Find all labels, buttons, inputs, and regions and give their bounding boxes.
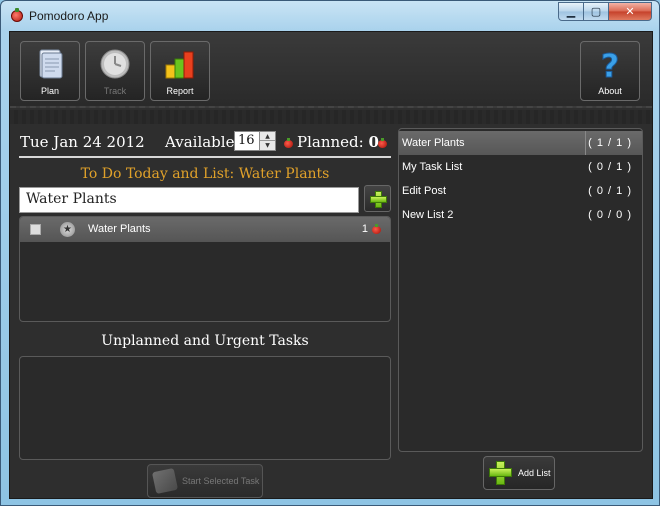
tomato-icon	[284, 138, 293, 148]
start-selected-task-label: Start Selected Task	[182, 476, 260, 486]
current-date: Tue Jan 24 2012	[20, 133, 145, 151]
track-button[interactable]: Track	[85, 41, 145, 101]
report-label: Report	[166, 86, 194, 96]
todo-panel: Tue Jan 24 2012 Available: 16 ▲ ▼ Planne…	[19, 128, 391, 498]
svg-text:?: ?	[601, 47, 620, 81]
available-input[interactable]: 16	[234, 131, 260, 151]
window-title: Pomodoro App	[29, 9, 109, 23]
task-checkbox[interactable]	[30, 224, 41, 235]
maximize-button[interactable]: ▢	[584, 2, 609, 21]
table-row[interactable]: ★ Water Plants 1	[20, 217, 390, 242]
spinner-down-icon[interactable]: ▼	[260, 141, 275, 150]
maximize-icon: ▢	[590, 5, 602, 18]
clock-icon	[98, 47, 132, 81]
list-name: New List 2	[402, 209, 454, 221]
lists-panel: Water Plants ( 1 / 1 ) My Task List ( 0 …	[398, 128, 643, 498]
tomato-icon	[372, 224, 381, 234]
tomato-icon	[378, 138, 387, 148]
track-label: Track	[103, 86, 127, 96]
plan-label: Plan	[40, 86, 59, 96]
client-area: Plan Track Report ? About Tue Jan 24 201…	[9, 31, 653, 499]
unplanned-heading: Unplanned and Urgent Tasks	[101, 333, 309, 349]
todo-heading: To Do Today and List: Water Plants	[80, 166, 330, 182]
start-selected-task-button[interactable]: Start Selected Task	[147, 464, 263, 498]
available-spinner[interactable]: ▲ ▼	[259, 131, 276, 151]
spinner-up-icon[interactable]: ▲	[260, 132, 275, 141]
add-list-label: Add List	[518, 468, 551, 478]
help-question-icon: ?	[593, 47, 627, 86]
list-name: Water Plants	[402, 137, 465, 149]
todo-task-list[interactable]: ★ Water Plants 1	[19, 216, 391, 322]
available-label: Available:	[165, 133, 240, 151]
list-item[interactable]: My Task List ( 0 / 1 )	[399, 155, 642, 179]
new-task-input[interactable]: Water Plants	[19, 187, 359, 213]
close-icon: ✕	[625, 5, 635, 18]
tomato-app-icon	[11, 8, 23, 22]
task-name: Water Plants	[88, 223, 151, 235]
unplanned-task-list[interactable]	[19, 356, 391, 460]
about-label: About	[598, 86, 622, 96]
start-arrow-icon	[151, 467, 179, 495]
report-button[interactable]: Report	[150, 41, 210, 101]
notepad-icon	[33, 47, 67, 81]
plan-button[interactable]: Plan	[20, 41, 80, 101]
date-row: Tue Jan 24 2012 Available: 16 ▲ ▼ Planne…	[19, 128, 391, 158]
list-count: ( 1 / 1 )	[588, 137, 632, 149]
column-separator	[585, 131, 586, 155]
app-window: Pomodoro App ▁ ▢ ✕ Plan Track Report ? A…	[0, 0, 660, 506]
list-count: ( 0 / 1 )	[588, 161, 632, 173]
minimize-button[interactable]: ▁	[558, 2, 584, 21]
list-item[interactable]: Water Plants ( 1 / 1 )	[399, 131, 642, 155]
task-lists[interactable]: Water Plants ( 1 / 1 ) My Task List ( 0 …	[398, 128, 643, 452]
list-count: ( 0 / 1 )	[588, 185, 632, 197]
planned-label: Planned: 0	[297, 133, 379, 151]
title-bar[interactable]: Pomodoro App ▁ ▢ ✕	[1, 1, 659, 31]
list-name: My Task List	[402, 161, 463, 173]
close-button[interactable]: ✕	[609, 2, 652, 21]
bar-chart-icon	[163, 47, 197, 81]
about-button[interactable]: ? About	[580, 41, 640, 101]
main-toolbar: Plan Track Report ? About	[10, 32, 652, 108]
add-task-button[interactable]	[364, 185, 391, 212]
minimize-icon: ▁	[566, 5, 576, 18]
list-name: Edit Post	[402, 185, 447, 197]
star-icon[interactable]: ★	[60, 222, 75, 237]
toolbar-divider	[10, 110, 652, 124]
add-list-button[interactable]: Add List	[483, 456, 555, 490]
window-controls: ▁ ▢ ✕	[558, 2, 652, 21]
list-item[interactable]: Edit Post ( 0 / 1 )	[399, 179, 642, 203]
list-item[interactable]: New List 2 ( 0 / 0 )	[399, 203, 642, 227]
list-count: ( 0 / 0 )	[588, 209, 632, 221]
task-pomodoro-count: 1	[361, 223, 368, 235]
